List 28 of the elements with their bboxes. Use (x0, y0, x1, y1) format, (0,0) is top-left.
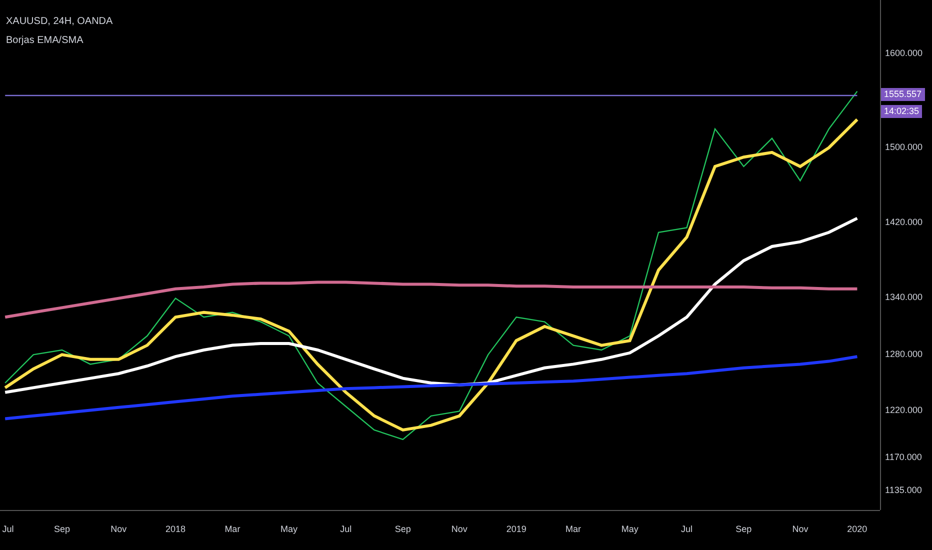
price-label: 1420.000 (885, 218, 923, 227)
price-label: 1500.000 (885, 142, 923, 152)
date-label: Nov (792, 525, 808, 534)
current-price-tag: 1555.557 (881, 88, 925, 102)
date-label: Mar (224, 525, 240, 534)
date-label: Sep (736, 525, 752, 534)
price-label: 1340.000 (885, 293, 923, 302)
price-label: 1170.000 (885, 453, 922, 462)
date-label: 2018 (166, 525, 186, 534)
date-label: Nov (451, 525, 468, 534)
date-label: Sep (54, 525, 70, 534)
date-label: May (280, 525, 298, 534)
date-label: Jul (681, 525, 692, 534)
date-label: Jul (340, 525, 352, 534)
price-label: 1135.000 (885, 486, 922, 496)
countdown-tag: 14:02:35 (881, 105, 922, 118)
date-label: 2019 (506, 525, 526, 534)
price-label: 1600.000 (885, 48, 923, 58)
price-label: 1220.000 (885, 406, 923, 416)
date-label: Nov (110, 525, 127, 534)
date-label: May (621, 525, 638, 534)
indicator-label: Borjas EMA/SMA (6, 34, 84, 48)
date-label: Sep (394, 525, 411, 534)
date-label: Mar (566, 525, 581, 534)
symbol-label: XAUUSD, 24H, OANDA (6, 15, 113, 29)
date-label: 2020 (847, 525, 868, 534)
date-label: Jul (2, 525, 14, 534)
price-label: 1280.000 (885, 350, 923, 359)
